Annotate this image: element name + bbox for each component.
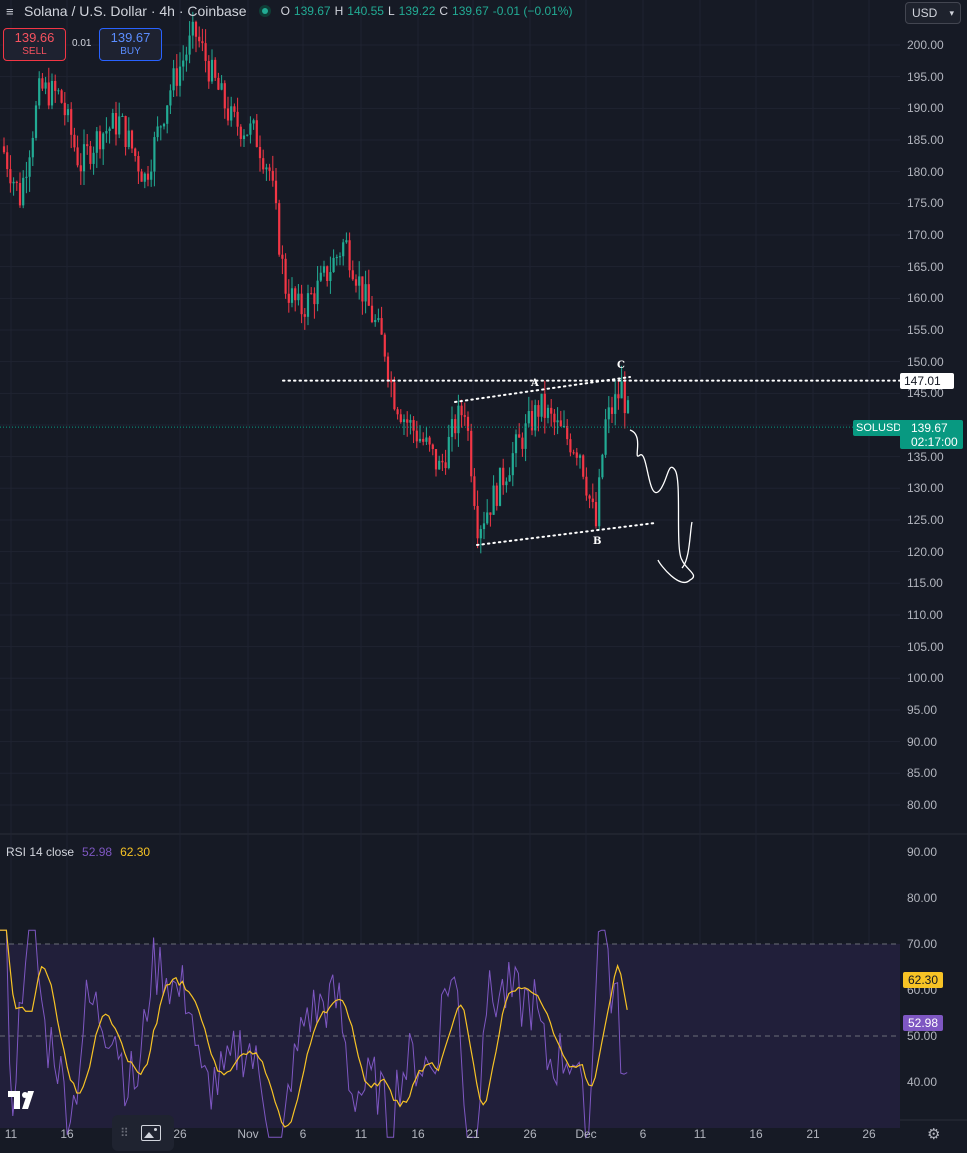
open-label: O bbox=[280, 4, 290, 18]
image-icon[interactable] bbox=[140, 1125, 161, 1141]
high-label: H bbox=[334, 4, 344, 18]
symbol-title[interactable]: Solana / U.S. Dollar · 4h · Coinbase bbox=[24, 3, 247, 19]
time-tick-label: 16 bbox=[411, 1127, 425, 1141]
rsi-tick-label: 80.00 bbox=[907, 891, 938, 905]
currency-value: USD bbox=[912, 6, 938, 20]
rsi-value-tag: 52.98 bbox=[903, 1015, 943, 1031]
rsi-tick-label: 40.00 bbox=[907, 1075, 938, 1089]
chart-canvas[interactable] bbox=[0, 0, 967, 1153]
level-price-tag: 147.01 bbox=[900, 373, 954, 389]
price-tick-label: 175.00 bbox=[907, 196, 944, 211]
time-tick-label: 6 bbox=[299, 1127, 307, 1141]
snapshot-widget[interactable]: ⠿ bbox=[112, 1115, 174, 1151]
rsi-legend[interactable]: RSI 14 close 52.98 62.30 bbox=[6, 845, 150, 859]
open-value: 139.67 bbox=[293, 4, 331, 18]
gear-icon[interactable]: ⚙ bbox=[927, 1125, 943, 1143]
sell-label: SELL bbox=[22, 46, 47, 57]
bar-countdown: 02:17:00 bbox=[911, 435, 958, 449]
price-tick-label: 105.00 bbox=[907, 639, 944, 654]
time-tick-label: 21 bbox=[806, 1127, 820, 1141]
time-tick-label: 26 bbox=[173, 1127, 187, 1141]
tradingview-logo[interactable] bbox=[6, 1087, 40, 1113]
change-value: -0.01 (−0.01%) bbox=[492, 4, 573, 18]
ohlc-values: O 139.67 H 140.55 L 139.22 C 139.67 -0.01 (−… bbox=[281, 4, 573, 18]
rsi-ma-tag: 62.30 bbox=[903, 972, 943, 988]
current-price: 139.67 bbox=[911, 421, 948, 435]
rsi-tick-label: 90.00 bbox=[907, 845, 938, 859]
price-tick-label: 125.00 bbox=[907, 512, 944, 527]
rsi-tick-label: 70.00 bbox=[907, 937, 938, 951]
price-tick-label: 95.00 bbox=[907, 702, 938, 717]
rsi-value: 52.98 bbox=[82, 845, 113, 859]
buy-button[interactable]: 139.67 BUY bbox=[99, 28, 162, 61]
price-tick-label: 115.00 bbox=[907, 576, 943, 591]
rsi-pane bbox=[0, 929, 900, 1139]
low-value: 139.22 bbox=[398, 4, 436, 18]
buy-label: BUY bbox=[120, 46, 141, 57]
time-tick-label: Nov bbox=[237, 1127, 259, 1141]
symbol-tag: SOLUSD bbox=[853, 420, 905, 436]
time-tick-label: 11 bbox=[354, 1127, 368, 1141]
buy-price: 139.67 bbox=[110, 30, 151, 45]
price-tick-label: 130.00 bbox=[907, 481, 944, 496]
wave-label-a: A bbox=[531, 378, 539, 389]
rsi-ma-value: 62.30 bbox=[120, 845, 151, 859]
time-tick-label: 11 bbox=[4, 1127, 18, 1141]
price-tick-label: 200.00 bbox=[907, 38, 944, 52]
price-tick-label: 190.00 bbox=[907, 101, 944, 116]
price-tick-label: 150.00 bbox=[907, 354, 944, 369]
price-tick-label: 195.00 bbox=[907, 69, 944, 84]
chart-header: ≡ Solana / U.S. Dollar · 4h · Coinbase O… bbox=[0, 0, 572, 22]
price-tick-label: 135.00 bbox=[907, 449, 944, 464]
time-tick-label: Dec bbox=[575, 1127, 597, 1141]
time-tick-label: 16 bbox=[749, 1127, 763, 1141]
rsi-tick-label: 50.00 bbox=[907, 1029, 938, 1043]
rsi-name: RSI 14 close bbox=[6, 845, 75, 859]
market-status-icon bbox=[258, 5, 271, 17]
close-value: 139.67 bbox=[452, 4, 489, 18]
low-label: L bbox=[387, 4, 395, 18]
chevron-down-icon: ▾ bbox=[949, 7, 954, 18]
price-tick-label: 185.00 bbox=[907, 132, 944, 147]
price-tick-label: 160.00 bbox=[907, 291, 944, 306]
sell-price: 139.66 bbox=[14, 30, 55, 45]
price-tick-label: 170.00 bbox=[907, 227, 944, 242]
wave-label-c: C bbox=[617, 360, 625, 371]
current-price-tag: 139.67 02:17:00 bbox=[900, 420, 963, 449]
close-label: C bbox=[439, 4, 449, 18]
time-tick-label: 26 bbox=[862, 1127, 876, 1141]
price-tick-label: 165.00 bbox=[907, 259, 944, 274]
price-tick-label: 120.00 bbox=[907, 544, 944, 559]
time-tick-label: 26 bbox=[523, 1127, 537, 1141]
wave-label-b: B bbox=[593, 536, 602, 547]
high-value: 140.55 bbox=[347, 4, 384, 18]
time-tick-label: 16 bbox=[60, 1127, 74, 1141]
sell-button[interactable]: 139.66 SELL bbox=[3, 28, 66, 61]
price-tick-label: 180.00 bbox=[907, 164, 944, 179]
grip-icon[interactable]: ⠿ bbox=[120, 1126, 129, 1140]
currency-select[interactable]: USD ▾ bbox=[905, 2, 961, 24]
time-tick-label: 11 bbox=[693, 1127, 707, 1141]
spread-value: 0.01 bbox=[72, 38, 92, 49]
price-tick-label: 110.00 bbox=[907, 607, 943, 622]
price-tick-label: 80.00 bbox=[907, 797, 938, 812]
price-tick-label: 155.00 bbox=[907, 322, 944, 337]
time-tick-label: 21 bbox=[466, 1127, 480, 1141]
time-tick-label: 6 bbox=[639, 1127, 647, 1141]
price-tick-label: 100.00 bbox=[907, 671, 944, 686]
hamburger-icon[interactable]: ≡ bbox=[6, 4, 18, 19]
price-tick-label: 85.00 bbox=[907, 766, 938, 781]
price-tick-label: 90.00 bbox=[907, 734, 938, 749]
